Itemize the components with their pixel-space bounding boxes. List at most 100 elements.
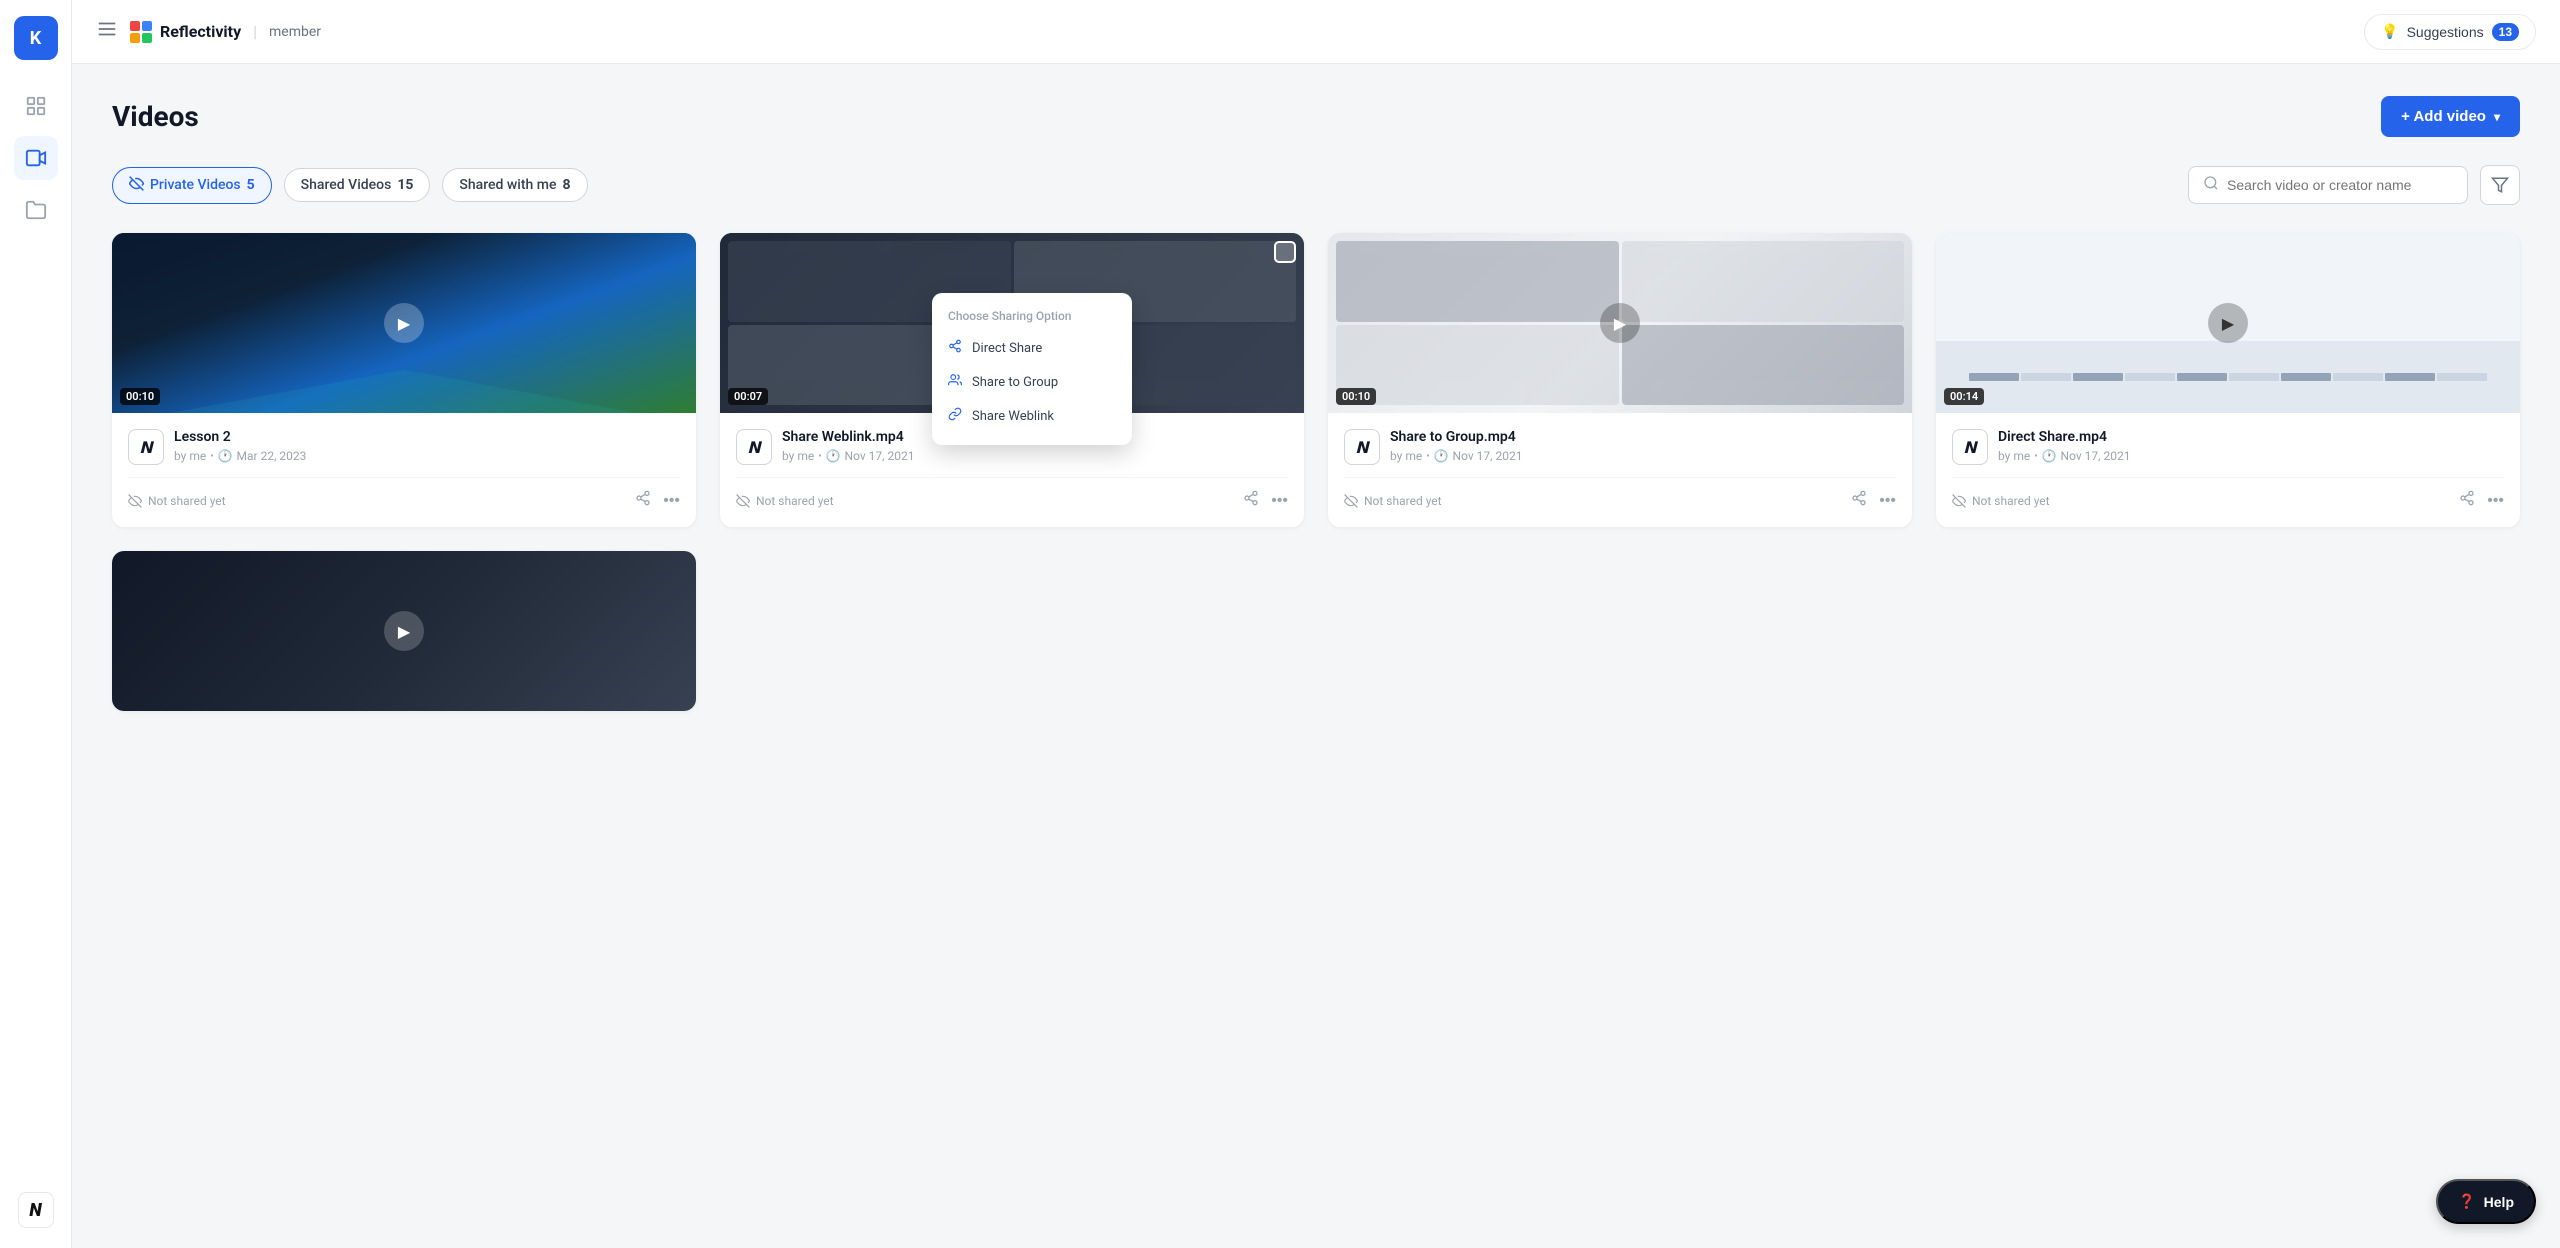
share-weblink-icon — [948, 407, 962, 425]
user-avatar[interactable]: K — [14, 16, 58, 60]
topnav-right: 💡 Suggestions 13 — [2364, 14, 2536, 50]
video-info: 𝗡 Lesson 2 by me • 🕐 Mar 22, 2023 — [112, 413, 696, 527]
video-byline: by me • 🕐 Mar 22, 2023 — [174, 449, 680, 463]
creator-avatar: 𝗡 — [736, 429, 772, 465]
help-button[interactable]: ❓ Help — [2436, 1179, 2536, 1224]
menu-icon[interactable] — [96, 18, 118, 45]
video-divider — [1344, 477, 1896, 478]
share-dropdown-group[interactable]: Share to Group — [932, 365, 1132, 399]
brand-name: Reflectivity — [160, 22, 241, 41]
sidebar: K N — [0, 0, 72, 1248]
brand-role: member — [269, 24, 321, 40]
video-card-partial: ▶ — [112, 551, 696, 711]
video-meta: 𝗡 Lesson 2 by me • 🕐 Mar 22, 2023 — [128, 429, 680, 465]
video-actions: Not shared yet ••• — [736, 490, 1288, 511]
play-button[interactable]: ▶ — [1600, 303, 1640, 343]
creator-avatar: 𝗡 — [128, 429, 164, 465]
tab-private-videos[interactable]: Private Videos 5 — [112, 167, 272, 204]
duration-badge: 00:14 — [1944, 388, 1984, 405]
search-input[interactable] — [2227, 177, 2453, 193]
filter-button[interactable] — [2480, 165, 2520, 205]
video-card-shareweblink: ▶ 00:07 Choose Sharing Option Direct Sha… — [720, 233, 1304, 527]
video-thumbnail-partial[interactable]: ▶ — [112, 551, 696, 711]
add-video-button[interactable]: + Add video ▾ — [2381, 96, 2520, 137]
share-icon-button[interactable] — [1243, 490, 1259, 511]
video-byline: by me • 🕐 Nov 17, 2021 — [1390, 449, 1896, 463]
private-videos-label: Private Videos — [150, 177, 241, 193]
share-dropdown-weblink[interactable]: Share Weblink — [932, 399, 1132, 433]
help-label: Help — [2484, 1194, 2514, 1210]
sidebar-item-files[interactable] — [14, 188, 58, 232]
video-actions: Not shared yet ••• — [1344, 490, 1896, 511]
page-title: Videos — [112, 100, 199, 133]
not-shared-status: Not shared yet — [128, 494, 226, 508]
video-meta: 𝗡 Share to Group.mp4 by me • 🕐 Nov 17, 2… — [1344, 429, 1896, 465]
video-info: 𝗡 Direct Share.mp4 by me • 🕐 Nov 17, 202… — [1936, 413, 2520, 527]
suggestions-badge: 13 — [2492, 23, 2519, 41]
not-shared-label: Not shared yet — [756, 494, 834, 508]
direct-share-label: Direct Share — [972, 341, 1042, 356]
shared-videos-label: Shared Videos — [301, 177, 392, 193]
shared-videos-count: 15 — [397, 177, 413, 193]
more-options-button[interactable]: ••• — [663, 492, 680, 510]
share-dropdown-direct[interactable]: Direct Share — [932, 331, 1132, 365]
tab-shared-videos[interactable]: Shared Videos 15 — [284, 168, 431, 202]
more-options-button[interactable]: ••• — [1879, 492, 1896, 510]
video-details: Lesson 2 by me • 🕐 Mar 22, 2023 — [174, 429, 680, 463]
search-box — [2188, 166, 2468, 204]
video-grid-row2: ▶ — [112, 551, 2520, 711]
video-actions: Not shared yet ••• — [1952, 490, 2504, 511]
video-thumbnail-directshare[interactable]: ▶ 00:14 — [1936, 233, 2520, 413]
more-options-button[interactable]: ••• — [1271, 492, 1288, 510]
action-icons: ••• — [1243, 490, 1288, 511]
video-thumbnail-sharegroup[interactable]: ▶ 00:10 — [1328, 233, 1912, 413]
video-actions: Not shared yet ••• — [128, 490, 680, 511]
play-overlay: ▶ — [1328, 233, 1912, 413]
lightbulb-icon: 💡 — [2381, 23, 2398, 40]
video-meta: 𝗡 Direct Share.mp4 by me • 🕐 Nov 17, 202… — [1952, 429, 2504, 465]
add-video-label: + Add video — [2401, 108, 2486, 125]
video-divider — [1952, 477, 2504, 478]
brand-logo-icon — [130, 21, 152, 43]
not-shared-label: Not shared yet — [1972, 494, 2050, 508]
help-icon: ❓ — [2458, 1193, 2475, 1210]
brand-divider: | — [253, 22, 257, 41]
action-icons: ••• — [635, 490, 680, 511]
video-card-directshare: ▶ 00:14 𝗡 Direct Share.mp4 by me • 🕐 — [1936, 233, 2520, 527]
video-byline: by me • 🕐 Nov 17, 2021 — [782, 449, 1288, 463]
select-checkbox[interactable] — [1274, 241, 1296, 263]
play-button[interactable]: ▶ — [2208, 303, 2248, 343]
video-card-sharegroup: ▶ 00:10 𝗡 Share to Group.mp4 by me • 🕐 — [1328, 233, 1912, 527]
not-shared-status: Not shared yet — [1952, 494, 2050, 508]
suggestions-button[interactable]: 💡 Suggestions 13 — [2364, 14, 2536, 50]
video-grid: ▶ 00:10 𝗡 Lesson 2 by me • 🕐 M — [112, 233, 2520, 527]
chevron-down-icon: ▾ — [2494, 110, 2500, 124]
topnav: Reflectivity | member 💡 Suggestions 13 — [72, 0, 2560, 64]
sidebar-item-dashboard[interactable] — [14, 84, 58, 128]
sidebar-item-videos[interactable] — [14, 136, 58, 180]
share-dropdown: Choose Sharing Option Direct Share Share… — [932, 293, 1132, 445]
play-button[interactable]: ▶ — [384, 303, 424, 343]
video-divider — [736, 477, 1288, 478]
shared-with-me-count: 8 — [562, 177, 570, 193]
not-shared-label: Not shared yet — [148, 494, 226, 508]
creator-avatar: 𝗡 — [1344, 429, 1380, 465]
search-icon — [2203, 175, 2219, 195]
brand: Reflectivity | member — [130, 21, 321, 43]
video-divider — [128, 477, 680, 478]
share-group-icon — [948, 373, 962, 391]
video-name: Direct Share.mp4 — [1998, 429, 2504, 445]
share-icon-button[interactable] — [2459, 490, 2475, 511]
main-content: Reflectivity | member 💡 Suggestions 13 V… — [72, 0, 2560, 1248]
video-thumbnail-lesson2[interactable]: ▶ 00:10 — [112, 233, 696, 413]
share-icon-button[interactable] — [635, 490, 651, 511]
tab-shared-with-me[interactable]: Shared with me 8 — [442, 168, 587, 202]
sidebar-brand-logo: N — [14, 1188, 58, 1232]
not-shared-label: Not shared yet — [1364, 494, 1442, 508]
video-info: 𝗡 Share to Group.mp4 by me • 🕐 Nov 17, 2… — [1328, 413, 1912, 527]
more-options-button[interactable]: ••• — [2487, 492, 2504, 510]
duration-badge: 00:10 — [1336, 388, 1376, 405]
duration-badge: 00:10 — [120, 388, 160, 405]
shared-with-me-label: Shared with me — [459, 177, 556, 193]
share-icon-button[interactable] — [1851, 490, 1867, 511]
